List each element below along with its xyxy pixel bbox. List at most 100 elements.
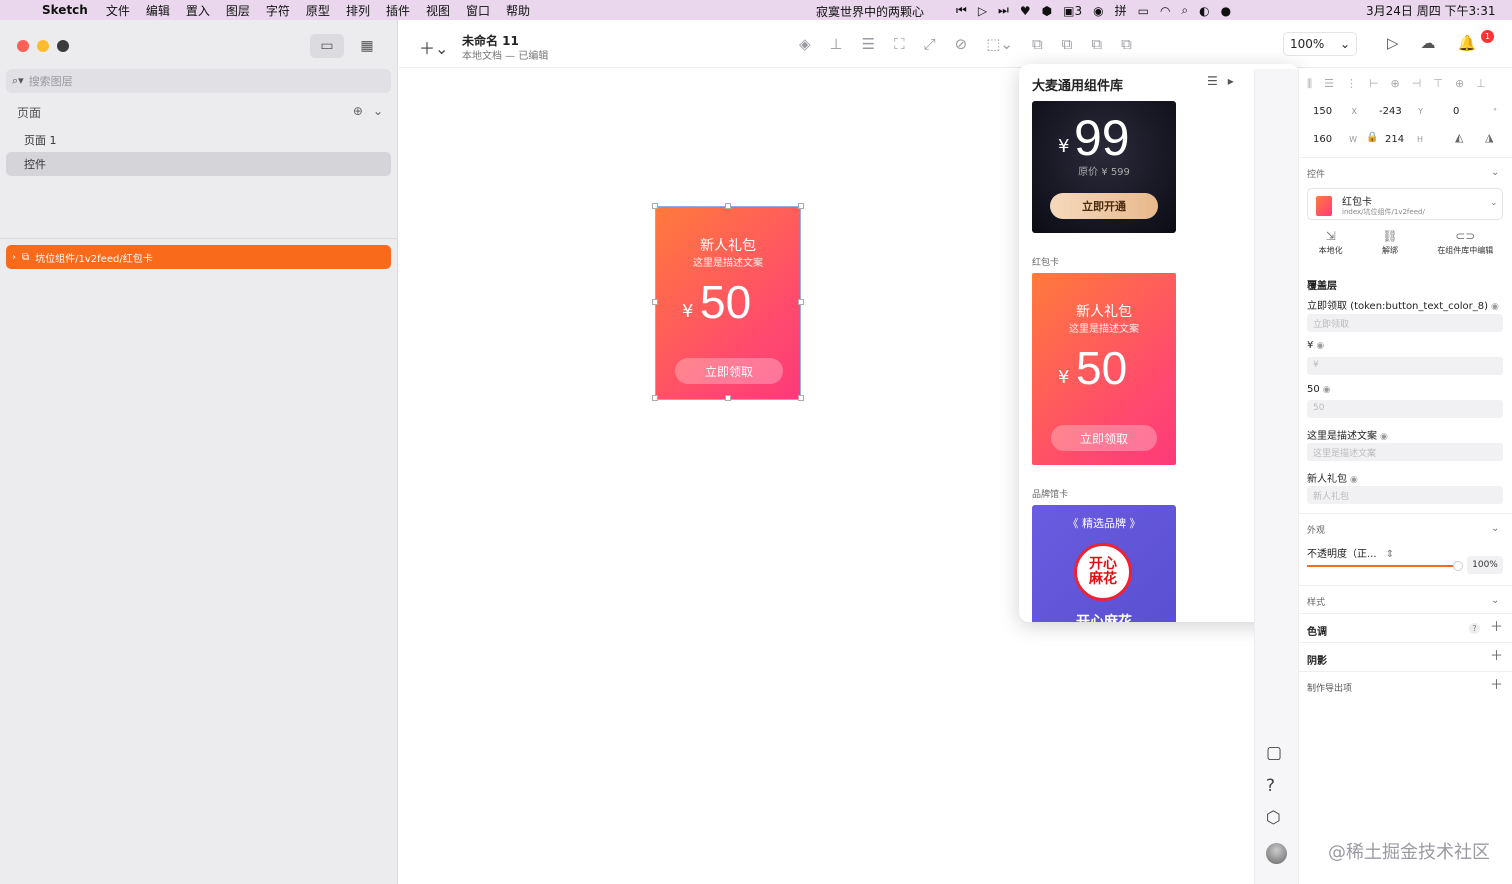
align-bottom-icon[interactable]: ⊥ [830,35,843,53]
symbol-select[interactable]: 红包卡 index/坑位组件/1v2feed/ ⌄ [1307,188,1503,220]
chevron-down-icon[interactable]: ⌄ [1491,595,1499,606]
page-item-controls[interactable]: 控件 [6,152,391,176]
siri-icon[interactable]: ● [1221,4,1231,18]
align-middle-icon[interactable]: ⊕ [1455,77,1464,91]
filter-list-icon[interactable]: ☰ [1207,74,1218,88]
visibility-icon[interactable]: ◉ [1323,385,1331,395]
resize-handle[interactable] [798,299,804,305]
status-app-icon[interactable]: ⬢ [1042,4,1052,18]
red-card-thumbnail[interactable]: 新人礼包 这里是描述文案 ¥ 50 立即领取 [1032,273,1176,465]
resize-handle[interactable] [652,203,658,209]
union-icon[interactable]: ⧉ [1032,35,1043,53]
add-page-icon[interactable]: ⊕ [353,104,363,121]
override-input-amount[interactable]: 50 [1307,400,1503,418]
align-right-icon[interactable]: ⊣ [1412,77,1422,91]
menu-prototype[interactable]: 原型 [298,2,338,19]
height-field[interactable]: 214 H [1379,129,1429,149]
intersect-icon[interactable]: ⧉ [1091,35,1102,53]
menu-app[interactable]: Sketch [38,3,98,17]
page-item-page1[interactable]: 页面 1 [6,128,391,152]
help-icon[interactable]: ? [1468,623,1480,634]
opacity-slider[interactable] [1307,561,1463,571]
resize-handle[interactable] [652,395,658,401]
battery-icon[interactable]: ▭ [1138,4,1149,18]
zoom-select[interactable]: 100% ⌄ [1283,32,1357,56]
align-left-icon[interactable]: ⊢ [1369,77,1379,91]
flip-vertical-icon[interactable]: ◮ [1485,131,1493,144]
brand-card-thumbnail[interactable]: 《 精选品牌 》 开心 麻花 开心麻花 [1032,505,1176,622]
mask-icon[interactable]: ⊘ [955,35,968,53]
components-view-icon[interactable]: ▦ [350,34,384,58]
menu-view[interactable]: 视图 [418,2,458,19]
help-icon[interactable]: ? [1266,776,1275,796]
resize-handle[interactable] [798,203,804,209]
align-center-icon[interactable]: ⊕ [1391,77,1400,91]
layers-view-icon[interactable]: ▭ [310,34,344,58]
clock[interactable]: 3月24日 周四 下午3:31 [1366,2,1495,19]
opacity-select[interactable]: 不透明度（正... ⇕ [1307,545,1394,560]
distribute-icon[interactable]: ☰ [862,35,875,53]
unlink-button[interactable]: ⛓ 解绑 [1382,229,1398,256]
control-center-icon[interactable]: ◐ [1199,4,1209,18]
spotlight-search-icon[interactable]: ⌕ [1181,3,1188,18]
opacity-value-field[interactable]: 100% [1467,556,1503,574]
now-playing-title[interactable]: 寂寞世界中的两颗心 [816,3,924,20]
distribute-vertical-icon[interactable]: ☰ [1324,77,1334,91]
menu-text[interactable]: 字符 [258,2,298,19]
hexagon-settings-icon[interactable]: ⬡ [1266,808,1281,828]
notification-bell-icon[interactable]: 🔔 [1458,34,1477,52]
override-input-button[interactable]: 立即领取 [1307,314,1503,332]
override-input-title[interactable]: 新人礼包 [1307,486,1503,504]
create-symbol-icon[interactable]: ◈ [799,35,811,53]
opacity-slider-knob[interactable] [1453,561,1463,571]
chevron-down-icon[interactable]: ⌄ [1491,167,1499,178]
menu-layer[interactable]: 图层 [218,2,258,19]
resize-handle[interactable] [725,395,731,401]
width-field[interactable]: 160 W [1307,129,1363,149]
menu-file[interactable]: 文件 [98,2,138,19]
resize-handle[interactable] [725,203,731,209]
override-input-subtitle[interactable]: 这里是描述文案 [1307,443,1503,461]
visibility-icon[interactable]: ◉ [1316,341,1324,351]
detach-local-button[interactable]: ⇲ 本地化 [1319,229,1343,256]
distribute-horizontal-icon[interactable]: ⫼ [1307,77,1312,91]
align-top-icon[interactable]: ⊤ [1433,77,1443,91]
extension-icon[interactable]: ▣3 [1063,4,1082,18]
difference-icon[interactable]: ⧉ [1121,35,1132,53]
menu-insert[interactable]: 置入 [178,2,218,19]
layer-row-selected[interactable]: › ⧉ 坑位组件/1v2feed/红包卡 [6,245,391,269]
fullscreen-window-button[interactable] [57,40,69,52]
media-icon[interactable]: ◉ [1093,4,1103,18]
x-field[interactable]: 150 X [1307,101,1363,121]
add-export-icon[interactable]: ＋ [1490,679,1503,694]
caret-right-icon[interactable]: ▸ [1228,74,1234,88]
wifi-icon[interactable]: ◠ [1160,4,1170,18]
library-list[interactable]: ¥ 99 原价 ¥ 599 立即开通 红包卡 新人礼包 这里是描述文案 ¥ 50… [1019,101,1253,622]
rotation-field[interactable]: 0 ° [1447,101,1503,121]
edit-in-library-button[interactable]: ⊂⊃ 在组件库中编辑 [1437,229,1493,256]
chevron-down-icon[interactable]: ⌄ [373,104,383,121]
flip-horizontal-icon[interactable]: ◭ [1455,131,1463,144]
insert-plus-icon[interactable]: ＋⌄ [419,35,448,59]
add-tint-icon[interactable]: ＋ [1490,620,1503,635]
frame-icon[interactable]: ⛶ [894,35,905,53]
more-icon[interactable]: ⋮ [1346,77,1357,91]
subtract-icon[interactable]: ⧉ [1062,35,1073,53]
menu-plugins[interactable]: 插件 [378,2,418,19]
menu-help[interactable]: 帮助 [498,2,538,19]
menu-edit[interactable]: 编辑 [138,2,178,19]
flatten-icon[interactable]: ⬚⌄ [986,35,1013,53]
chevron-down-icon[interactable]: ⌄ [1491,523,1499,534]
visibility-icon[interactable]: ◉ [1380,432,1388,442]
avatar[interactable] [1266,843,1287,864]
resize-handle[interactable] [652,299,658,305]
scale-icon[interactable]: ⤢ [924,35,936,53]
layer-search-input[interactable]: ⌕▾ 搜索图层 [6,69,391,93]
plugin-notification-icon[interactable]: ▢ [1266,743,1282,763]
close-window-button[interactable] [17,40,29,52]
heart-icon[interactable]: ♥ [1020,4,1031,18]
lock-ratio-icon[interactable]: 🔒 [1366,132,1378,143]
minimize-window-button[interactable] [37,40,49,52]
cloud-icon[interactable]: ☁ [1421,34,1436,52]
resize-handle[interactable] [798,395,804,401]
